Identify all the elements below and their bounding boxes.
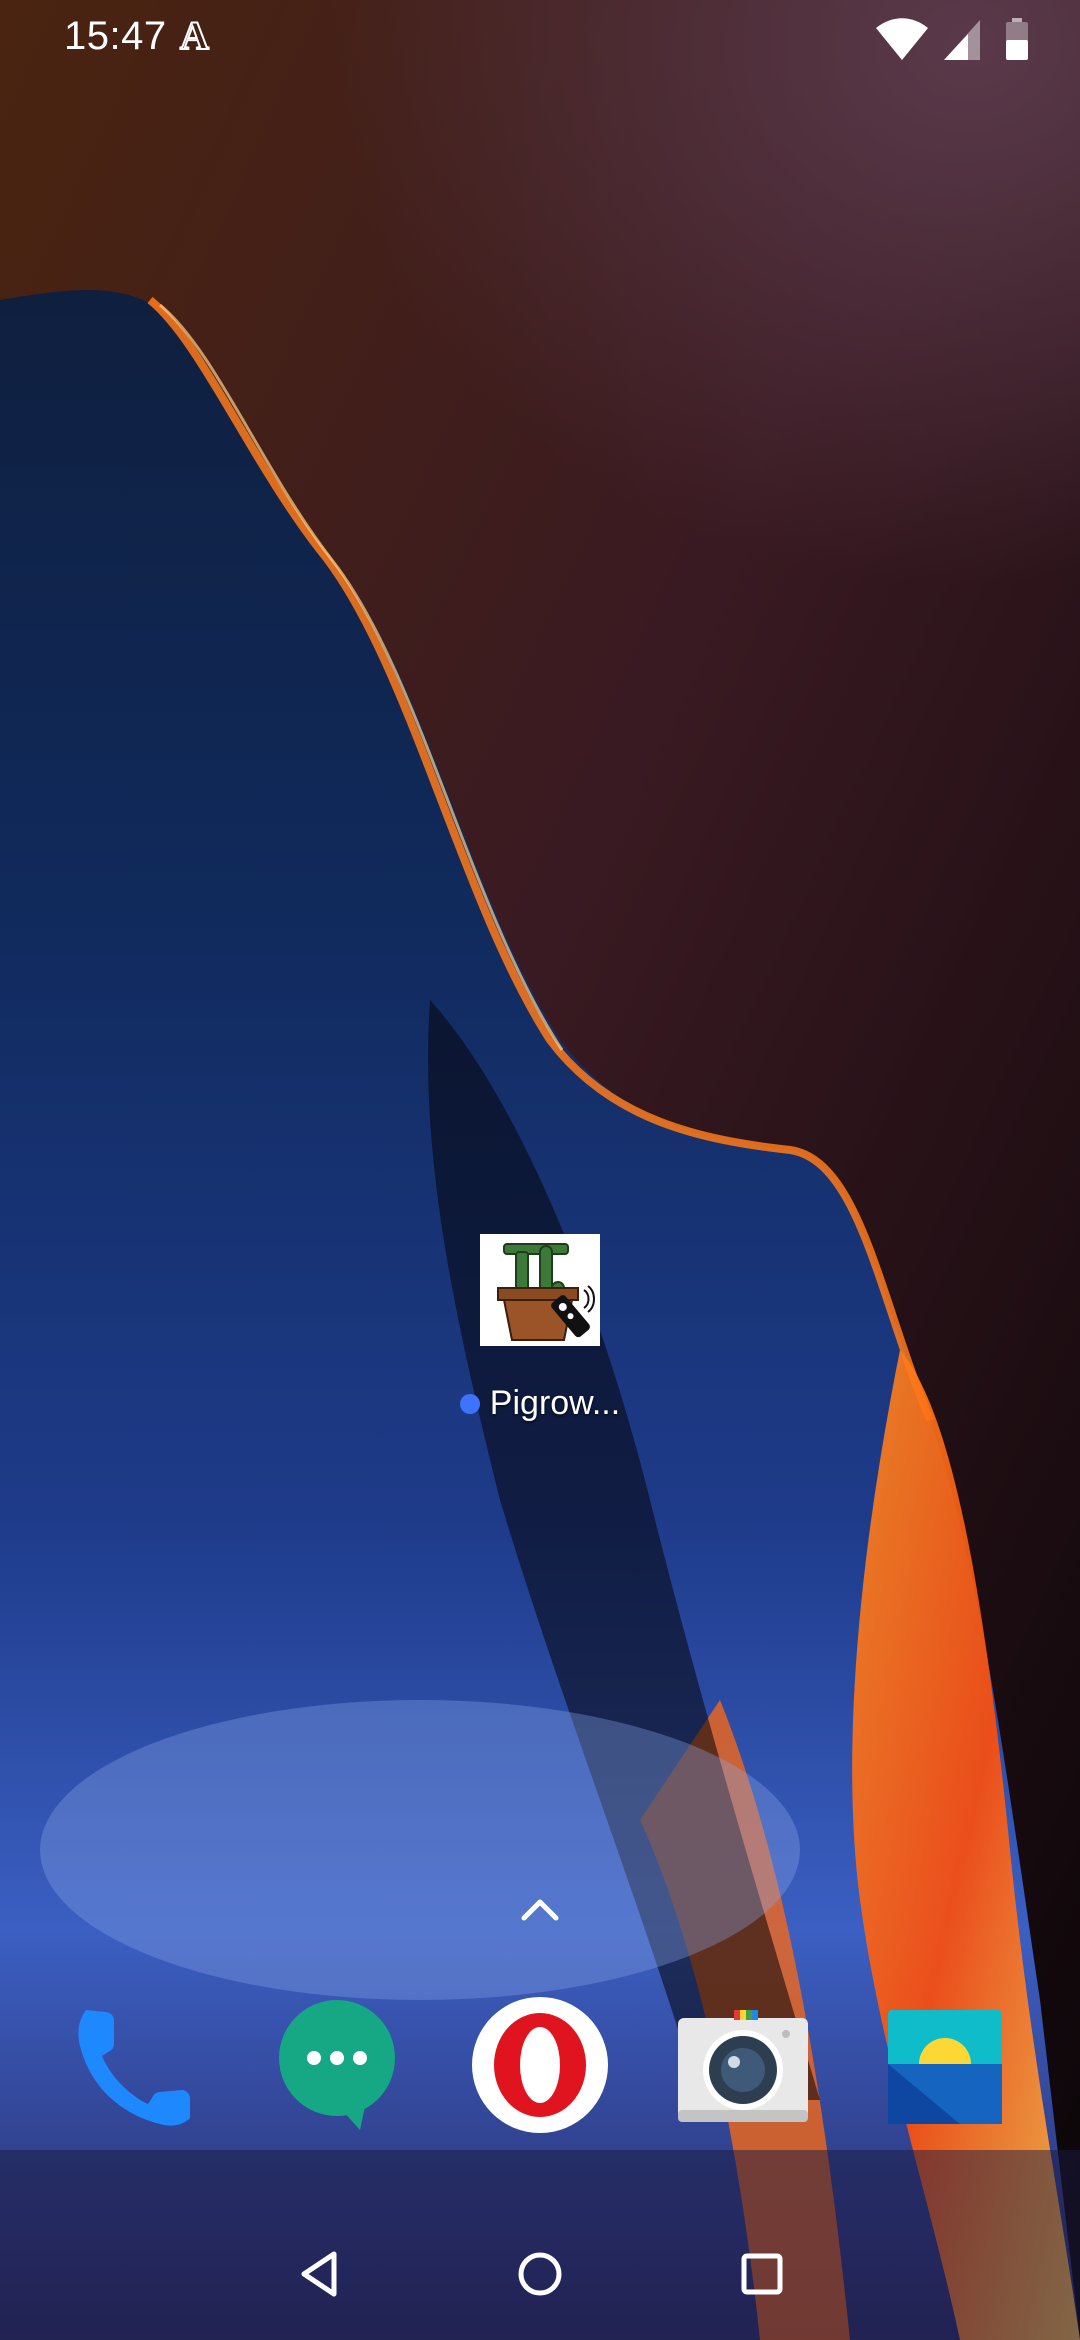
battery-icon (1004, 18, 1030, 67)
phone-icon[interactable] (60, 1990, 210, 2140)
chevron-up-icon[interactable] (516, 1894, 564, 1924)
wifi-icon (874, 18, 930, 67)
new-app-dot (459, 1393, 480, 1414)
dock (0, 1990, 1080, 2150)
gallery-icon[interactable] (870, 1990, 1020, 2140)
app-shortcut-pigrow[interactable]: Pigrow... (440, 1232, 640, 1432)
back-icon[interactable] (290, 2244, 350, 2304)
opera-browser-icon[interactable] (465, 1990, 615, 2140)
home-icon[interactable] (510, 2244, 570, 2304)
messages-icon[interactable] (262, 1990, 412, 2140)
app-label-row: Pigrow... (440, 1384, 640, 1423)
camera-icon[interactable] (668, 1990, 818, 2140)
app-label: Pigrow... (489, 1384, 621, 1422)
recents-icon[interactable] (732, 2244, 792, 2304)
wallpaper (0, 0, 1080, 2340)
status-bar: 15:47 A (0, 0, 1080, 80)
pigrow-remote-icon[interactable] (480, 1234, 600, 1346)
notification-a-icon: A (179, 12, 210, 59)
cell-signal-icon (942, 18, 982, 67)
nav-bar (0, 2220, 1080, 2340)
status-time: 15:47 (64, 14, 167, 58)
